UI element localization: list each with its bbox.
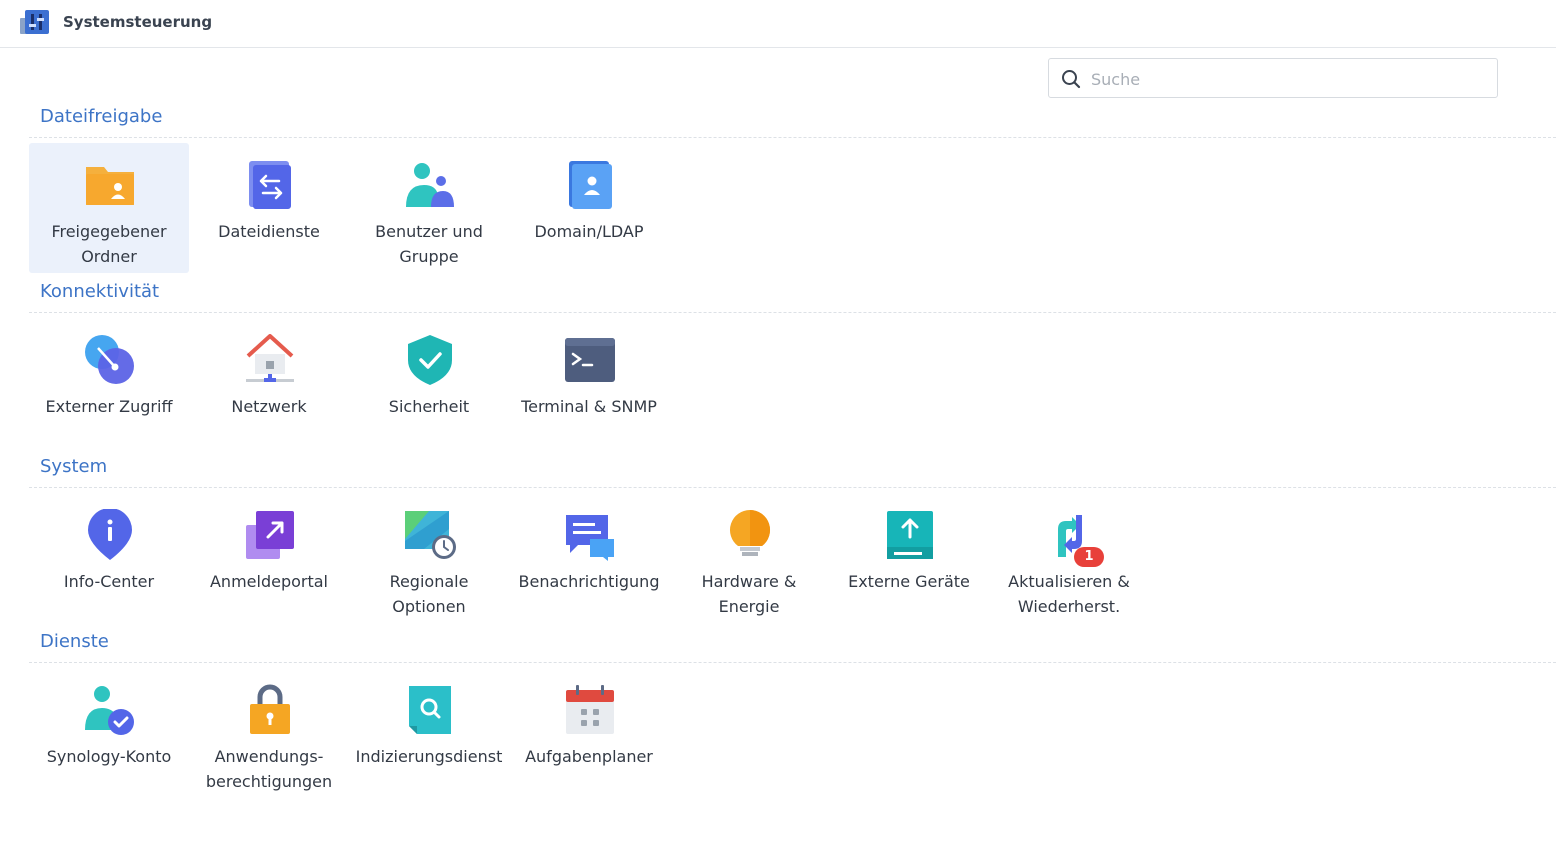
tile-user-group[interactable]: Benutzer und Gruppe [349,143,509,273]
synology-account-icon [84,684,136,736]
file-services-icon [244,159,296,211]
tile-shared-folder[interactable]: Freigegebener Ordner [29,143,189,273]
section-title-services: Dienste [40,631,109,652]
network-icon [244,334,296,386]
tile-security[interactable]: Sicherheit [349,318,509,448]
tile-label: Info-Center [63,572,155,591]
tile-external-access[interactable]: Externer Zugriff [29,318,189,448]
tile-indexing-service[interactable]: Indizierungsdienst [349,668,509,798]
tile-file-services[interactable]: Dateidienste [189,143,349,273]
user-group-icon [404,159,456,211]
tile-task-scheduler[interactable]: Aufgabenplaner [509,668,669,798]
tile-app-privileges[interactable]: Anwendungs- berechtigungen [189,668,349,798]
shared-folder-icon [84,159,136,211]
tile-label: Regionale Optionen [389,572,469,616]
tile-label: Sicherheit [388,397,470,416]
security-shield-icon [404,334,456,386]
tile-label: Benutzer und Gruppe [375,222,483,266]
tile-label: Netzwerk [231,397,307,416]
indexing-service-icon [404,684,456,736]
section-divider [29,662,1556,663]
tile-label: Externer Zugriff [45,397,173,416]
app-privileges-icon [244,684,296,736]
tile-update-restore[interactable]: Aktualisieren & Wiederherst. [989,493,1149,623]
tile-label: Externe Geräte [848,572,970,591]
domain-ldap-icon [564,159,616,211]
tile-domain-ldap[interactable]: Domain/LDAP [509,143,669,273]
tile-label: Freigegebener Ordner [51,222,167,266]
update-count-badge: 1 [1074,547,1104,567]
hardware-power-icon [724,509,776,561]
tile-login-portal[interactable]: Anmeldeportal [189,493,349,623]
section-divider [29,312,1556,313]
tile-label: Terminal & SNMP [521,397,657,416]
tile-label: Benachrichtigung [518,572,660,591]
search-input[interactable] [1089,65,1483,93]
section-divider [29,487,1556,488]
tile-synology-account[interactable]: Synology-Konto [29,668,189,798]
tile-label: Anmeldeportal [209,572,328,591]
tile-terminal-snmp[interactable]: Terminal & SNMP [509,318,669,448]
tile-label: Anwendungs- berechtigungen [205,747,333,791]
tile-label: Indizierungsdienst [355,747,503,766]
tile-label: Dateidienste [218,222,320,241]
tile-label: Aufgabenplaner [525,747,653,766]
tile-label: Hardware & Energie [701,572,797,616]
external-access-icon [84,334,136,386]
search-icon [1062,70,1081,89]
section-divider [29,137,1556,138]
terminal-icon [564,334,616,386]
tile-external-devices[interactable]: Externe Geräte [829,493,989,623]
window-title: Systemsteuerung [63,13,213,31]
control-panel-app-icon [20,8,51,36]
regional-options-icon [404,509,456,561]
notification-icon [564,509,616,561]
tile-label: Domain/LDAP [534,222,644,241]
tile-regional-options[interactable]: Regionale Optionen [349,493,509,623]
title-bar: Systemsteuerung [0,0,1556,48]
info-center-icon [84,508,136,561]
external-devices-icon [884,509,936,561]
tile-label: Aktualisieren & Wiederherst. [1008,572,1130,616]
tile-notification[interactable]: Benachrichtigung [509,493,669,623]
section-title-file-sharing: Dateifreigabe [40,106,163,127]
search-box[interactable] [1048,58,1498,98]
tile-hardware-power[interactable]: Hardware & Energie [669,493,829,623]
section-title-system: System [40,456,108,477]
tile-info-center[interactable]: Info-Center [29,493,189,623]
tile-label: Synology-Konto [46,747,172,766]
login-portal-icon [244,509,296,561]
tile-network[interactable]: Netzwerk [189,318,349,448]
task-scheduler-icon [564,684,616,736]
section-title-connectivity: Konnektivität [40,281,160,302]
